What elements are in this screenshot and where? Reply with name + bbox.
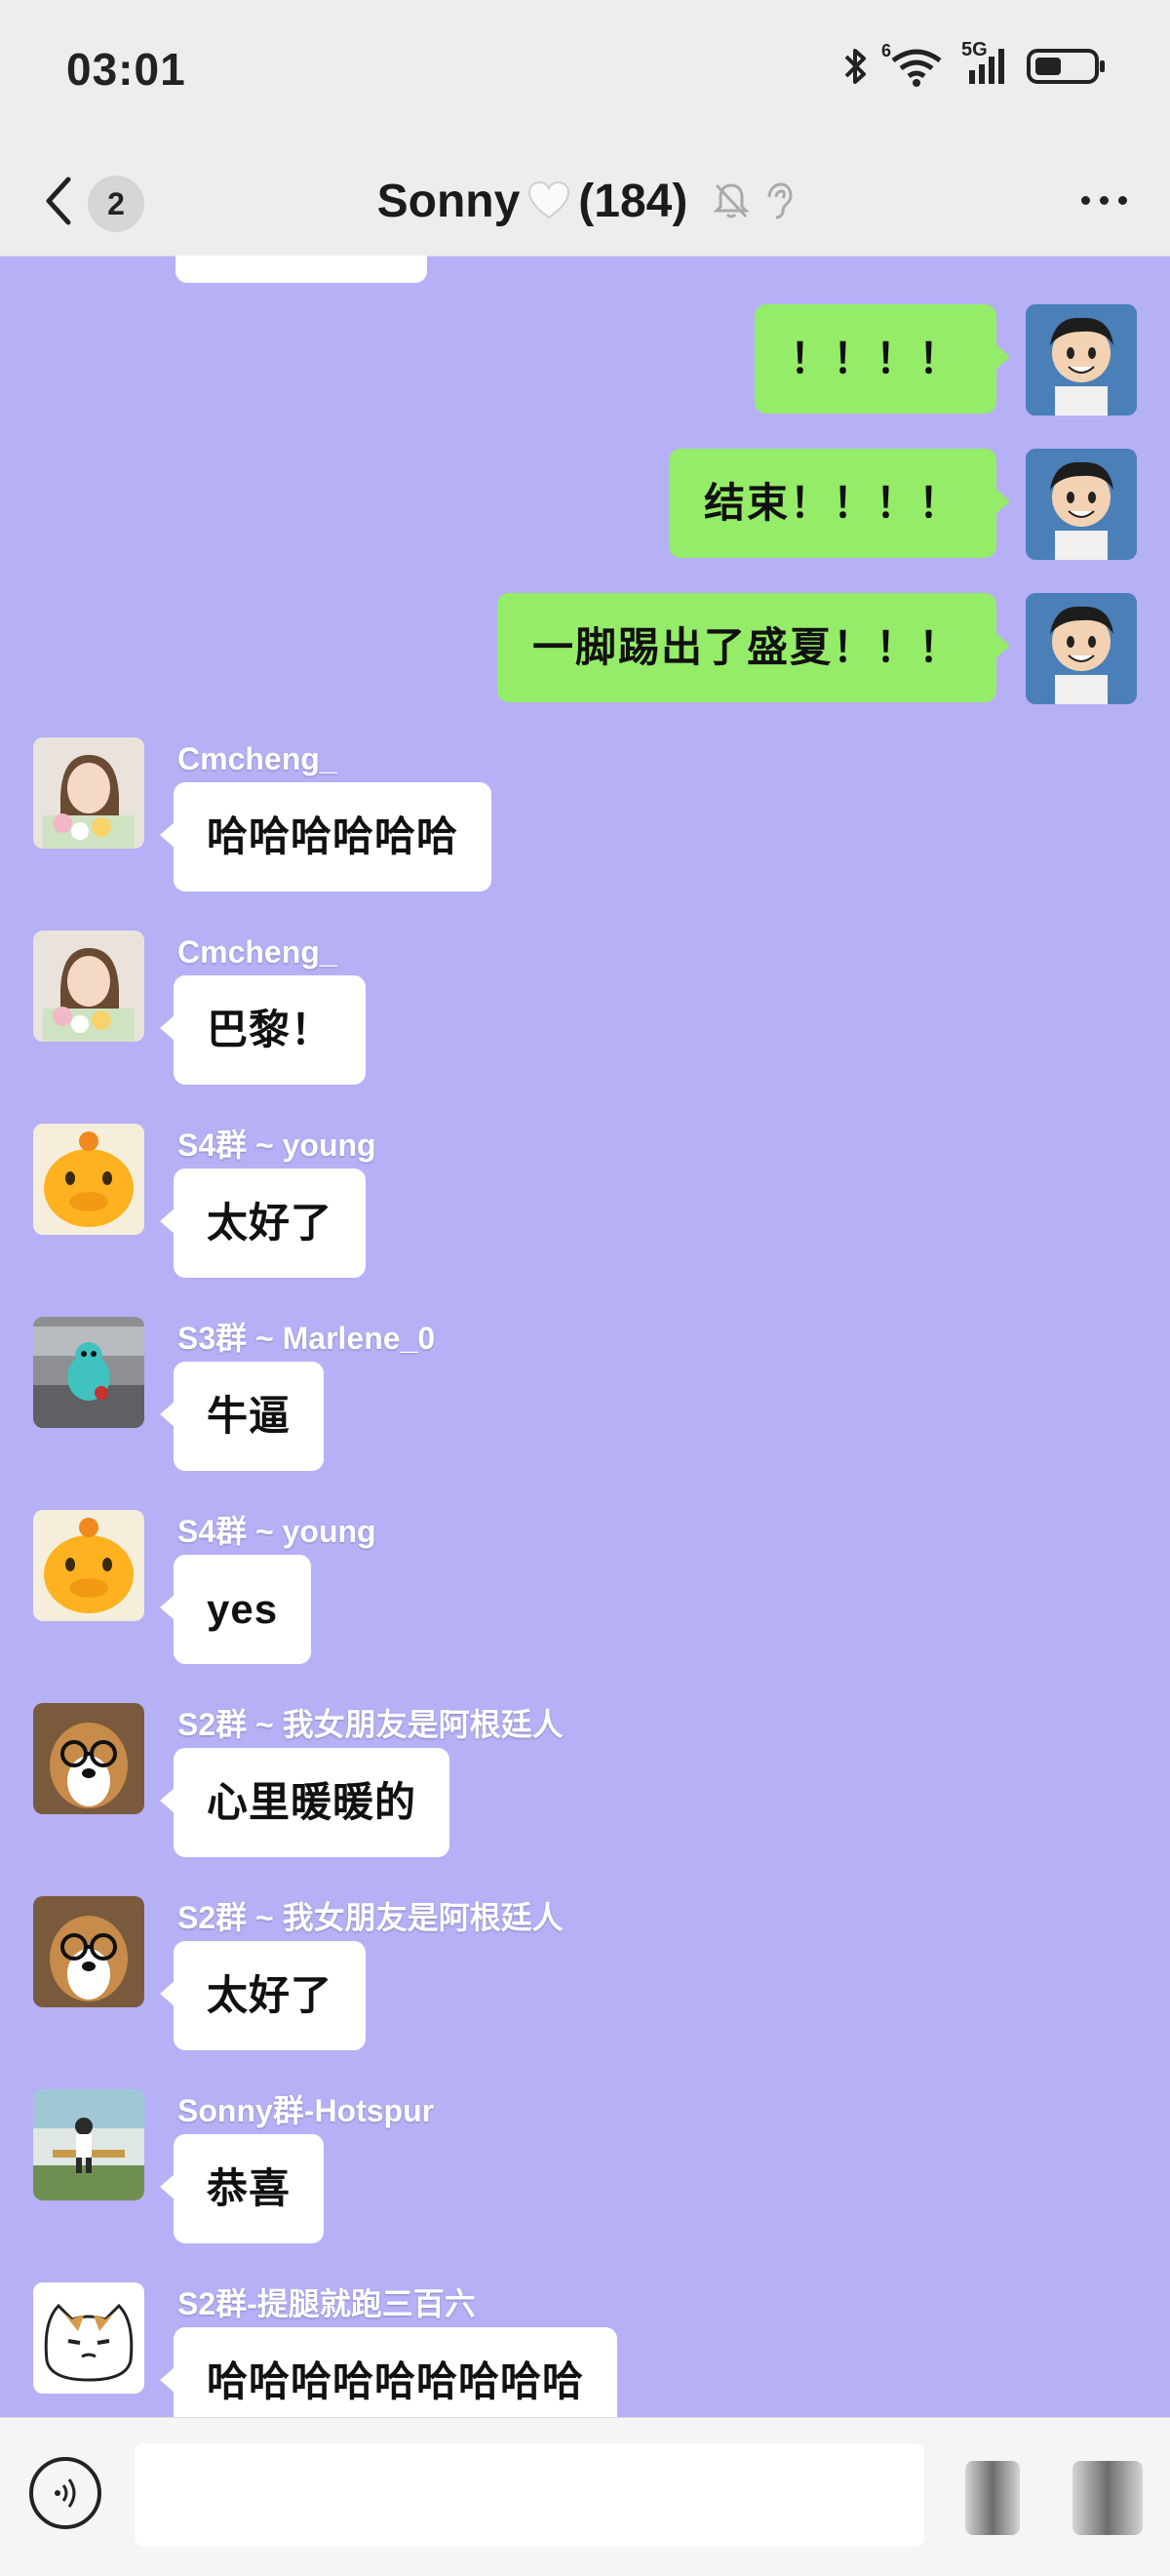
message-body: Cmcheng_ 哈哈哈哈哈哈 (159, 737, 492, 892)
network-label: 5G (961, 39, 988, 60)
bluetooth-icon (842, 45, 870, 88)
message-bubble[interactable]: 巴黎！ (159, 975, 367, 1085)
status-time: 03:01 (66, 44, 186, 95)
incoming-message: S2群 ~ 我女朋友是阿根廷人 太好了 (33, 1896, 564, 2050)
incoming-message: Cmcheng_ 巴黎！ (33, 931, 367, 1085)
sender-name: S2群-提腿就跑三百六 (177, 2286, 476, 2321)
incoming-message: S4群 ~ young 太好了 (33, 1124, 376, 1278)
sender-name: S4群 ~ young (177, 1514, 376, 1549)
message-input[interactable] (135, 2443, 924, 2547)
outgoing-message: 一脚踢出了盛夏！！！ (496, 593, 1137, 704)
message-bubble[interactable]: 太好了 (159, 1941, 367, 2050)
incoming-message: S3群 ~ Marlene_0 牛逼 (33, 1317, 435, 1471)
message-input-bar (0, 2417, 1170, 2576)
message-bubble[interactable]: 牛逼 (159, 1362, 325, 1471)
chat-header: 2 Sonny (184) (0, 146, 1170, 257)
outgoing-message: 结束！！！！ (668, 449, 1137, 560)
ear-icon (767, 182, 793, 219)
message-body: Cmcheng_ 巴黎！ (159, 931, 367, 1085)
dot-icon (1099, 195, 1109, 205)
cellular-icon: 5G (961, 39, 1008, 88)
more-options-button[interactable] (1072, 185, 1135, 215)
wifi-icon: 6 (881, 41, 946, 88)
chat-message-list[interactable]: ！！！！ 结束！！！！ 一脚踢出了盛夏！！！ Cmcheng_ 哈哈哈哈哈哈 C… (0, 256, 1170, 2417)
message-bubble[interactable]: 哈哈哈哈哈哈 (159, 782, 492, 892)
incoming-message: Cmcheng_ 哈哈哈哈哈哈 (33, 737, 492, 892)
incoming-message: Sonny群-Hotspur 恭喜 (33, 2089, 434, 2243)
status-bar: 03:01 6 5G (0, 0, 1170, 146)
message-bubble[interactable]: 一脚踢出了盛夏！！！ (496, 593, 1011, 702)
sender-avatar[interactable] (33, 2282, 144, 2394)
my-avatar[interactable] (1026, 304, 1137, 416)
header-status-icons (713, 181, 793, 220)
group-name: Sonny (376, 175, 521, 227)
message-body: S2群-提腿就跑三百六 哈哈哈哈哈哈哈哈哈 (159, 2282, 618, 2417)
dot-icon (1117, 195, 1127, 205)
message-body: S4群 ~ young yes (159, 1510, 376, 1664)
emoji-icon (965, 2461, 1020, 2535)
sender-avatar[interactable] (33, 1317, 144, 1428)
sender-name: Cmcheng_ (177, 741, 337, 776)
message-body: S2群 ~ 我女朋友是阿根廷人 心里暖暖的 (159, 1703, 564, 1857)
sender-name: Sonny群-Hotspur (177, 2093, 435, 2128)
status-icons: 6 5G (842, 39, 1108, 88)
message-bubble[interactable]: yes (159, 1555, 312, 1664)
incoming-message: S2群 ~ 我女朋友是阿根廷人 心里暖暖的 (33, 1703, 564, 1857)
more-functions-button[interactable] (1072, 2461, 1143, 2535)
message-bubble[interactable]: 结束！！！！ (668, 449, 1011, 558)
message-bubble[interactable]: 太好了 (159, 1169, 367, 1278)
my-avatar[interactable] (1026, 593, 1137, 704)
sender-avatar[interactable] (33, 1124, 144, 1235)
emoji-button[interactable] (965, 2461, 1020, 2535)
sender-avatar[interactable] (33, 931, 144, 1042)
sender-name: Cmcheng_ (177, 934, 337, 970)
sender-avatar[interactable] (33, 2089, 144, 2200)
outgoing-message: ！！！！ (754, 304, 1137, 416)
voice-icon (55, 2478, 76, 2508)
chat-title: Sonny (184) (0, 170, 1170, 232)
sender-name: S2群 ~ 我女朋友是阿根廷人 (177, 1707, 564, 1742)
sender-avatar[interactable] (33, 1896, 144, 2007)
mute-bell-icon (713, 183, 750, 218)
message-bubble[interactable]: 恭喜 (159, 2134, 325, 2243)
sender-avatar[interactable] (33, 1703, 144, 1814)
white-heart-icon (527, 180, 570, 221)
message-body: Sonny群-Hotspur 恭喜 (159, 2089, 435, 2243)
incoming-message: S4群 ~ young yes (33, 1510, 376, 1664)
message-bubble[interactable]: 哈哈哈哈哈哈哈哈哈 (159, 2327, 618, 2417)
message-body: S4群 ~ young 太好了 (159, 1124, 376, 1278)
sender-name: S2群 ~ 我女朋友是阿根廷人 (177, 1900, 564, 1935)
dot-icon (1080, 195, 1090, 205)
partial-message-bubble[interactable] (176, 256, 427, 283)
my-avatar[interactable] (1026, 449, 1137, 560)
sender-name: S4群 ~ young (177, 1128, 376, 1163)
sender-name: S3群 ~ Marlene_0 (177, 1321, 436, 1356)
sender-avatar[interactable] (33, 737, 144, 849)
voice-input-button[interactable] (29, 2457, 101, 2529)
sender-avatar[interactable] (33, 1510, 144, 1621)
message-body: S2群 ~ 我女朋友是阿根廷人 太好了 (159, 1896, 564, 2050)
message-body: S3群 ~ Marlene_0 牛逼 (159, 1317, 436, 1471)
message-bubble[interactable]: 心里暖暖的 (159, 1748, 450, 1857)
member-count: (184) (578, 175, 688, 227)
message-bubble[interactable]: ！！！！ (754, 304, 1011, 414)
plus-icon (1072, 2461, 1143, 2535)
battery-icon (1026, 45, 1108, 88)
incoming-message: S2群-提腿就跑三百六 哈哈哈哈哈哈哈哈哈 (33, 2282, 618, 2417)
wifi-label: 6 (881, 41, 892, 60)
